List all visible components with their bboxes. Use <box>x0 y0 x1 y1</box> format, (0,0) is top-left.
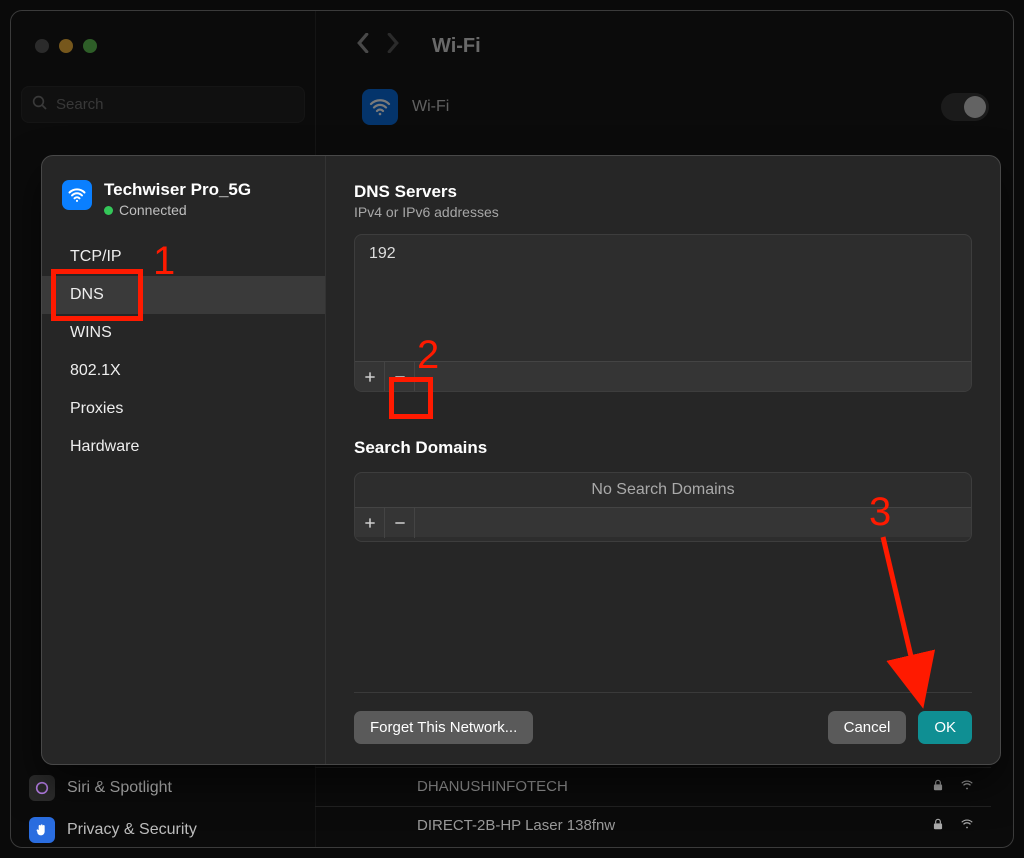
wifi-networks-below: DHANUSHINFOTECH DIRECT-2B-HP Laser 138fn… <box>315 767 991 845</box>
settings-tabs: TCP/IP DNS WINS 802.1X Proxies Hardware <box>42 238 325 466</box>
sidebar-item-label: Privacy & Security <box>67 821 197 839</box>
lock-icon <box>931 817 945 835</box>
wifi-details-sheet: Techwiser Pro_5G Connected TCP/IP DNS WI… <box>41 155 1001 765</box>
dns-remove-button[interactable] <box>385 362 415 392</box>
network-name: DHANUSHINFOTECH <box>417 778 568 796</box>
forget-network-button[interactable]: Forget This Network... <box>354 711 533 744</box>
network-icons <box>931 817 975 835</box>
wifi-icon <box>62 180 92 210</box>
wifi-signal-icon <box>959 778 975 796</box>
sheet-sidebar: Techwiser Pro_5G Connected TCP/IP DNS WI… <box>42 156 326 764</box>
network-name: Techwiser Pro_5G <box>104 180 251 200</box>
sheet-content: DNS Servers IPv4 or IPv6 addresses 192 S… <box>326 156 1000 764</box>
search-domains-empty: No Search Domains <box>355 473 971 507</box>
dns-list-controls <box>355 361 971 391</box>
tab-wins[interactable]: WINS <box>42 314 325 352</box>
dns-servers-subtitle: IPv4 or IPv6 addresses <box>354 204 972 220</box>
network-row[interactable]: DHANUSHINFOTECH <box>315 767 991 806</box>
sidebar-item-siri[interactable]: Siri & Spotlight <box>29 767 315 809</box>
tab-proxies[interactable]: Proxies <box>42 390 325 428</box>
dns-servers-title: DNS Servers <box>354 182 972 202</box>
search-domains-controls <box>355 507 971 537</box>
sidebar-item-privacy[interactable]: Privacy & Security <box>29 809 315 848</box>
settings-window: Wi-Fi Wi-Fi Siri & Spotlight Privacy <box>10 10 1014 848</box>
tab-hardware[interactable]: Hardware <box>42 428 325 466</box>
hand-icon <box>29 817 55 843</box>
dns-add-button[interactable] <box>355 362 385 392</box>
dns-servers-list[interactable]: 192 <box>354 234 972 392</box>
network-status: Connected <box>104 202 251 218</box>
ok-button[interactable]: OK <box>918 711 972 744</box>
cancel-button[interactable]: Cancel <box>828 711 907 744</box>
dns-servers-rows: 192 <box>355 235 971 361</box>
status-text: Connected <box>119 202 187 218</box>
status-dot-icon <box>104 206 113 215</box>
sheet-footer: Forget This Network... Cancel OK <box>354 692 972 744</box>
siri-icon <box>29 775 55 801</box>
sidebar-item-label: Siri & Spotlight <box>67 779 172 797</box>
sidebar-below-sheet: Siri & Spotlight Privacy & Security <box>11 767 315 848</box>
tab-tcpip[interactable]: TCP/IP <box>42 238 325 276</box>
dns-server-entry[interactable]: 192 <box>355 235 971 273</box>
search-domains-list[interactable]: No Search Domains <box>354 472 972 542</box>
search-domains-title: Search Domains <box>354 438 972 458</box>
lock-icon <box>931 778 945 796</box>
tab-dns[interactable]: DNS <box>42 276 325 314</box>
search-add-button[interactable] <box>355 508 385 538</box>
search-remove-button[interactable] <box>385 508 415 538</box>
wifi-signal-icon <box>959 817 975 835</box>
network-name: DIRECT-2B-HP Laser 138fnw <box>417 817 615 835</box>
network-icons <box>931 778 975 796</box>
network-header: Techwiser Pro_5G Connected <box>42 174 325 230</box>
search-domains-section: Search Domains No Search Domains <box>354 438 972 542</box>
network-row[interactable]: DIRECT-2B-HP Laser 138fnw <box>315 806 991 845</box>
tab-8021x[interactable]: 802.1X <box>42 352 325 390</box>
